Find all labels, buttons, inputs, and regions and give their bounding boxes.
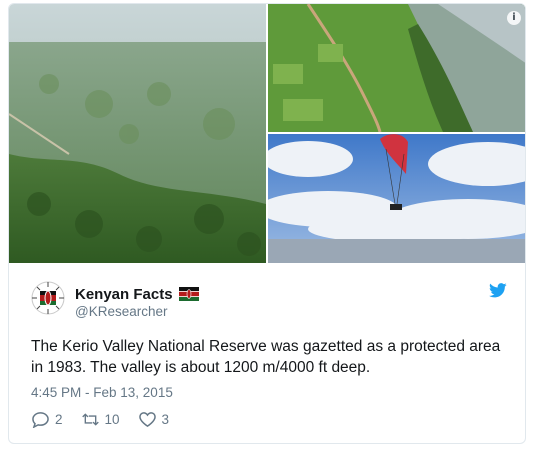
reply-button[interactable]: 2 xyxy=(31,411,63,428)
retweet-button[interactable]: 10 xyxy=(81,411,120,428)
info-icon[interactable]: i xyxy=(507,11,521,25)
photo-paraglider[interactable] xyxy=(268,134,525,263)
like-count: 3 xyxy=(161,411,170,427)
retweet-count: 10 xyxy=(104,411,120,427)
tweet-text: The Kerio Valley National Reserve was ga… xyxy=(31,338,501,376)
tweet-card[interactable]: i Kenyan Facts @KResearcher The Kerio Va… xyxy=(8,3,526,444)
reply-count: 2 xyxy=(55,411,63,427)
kenya-flag-icon xyxy=(178,287,199,301)
retweet-icon xyxy=(81,412,99,426)
reply-icon xyxy=(32,411,49,428)
author-line: Kenyan Facts xyxy=(75,284,199,304)
avatar[interactable] xyxy=(31,281,65,315)
tweet-actions: 2 10 3 xyxy=(31,409,187,429)
twitter-bird-icon[interactable] xyxy=(489,283,507,298)
photo-green-hills[interactable]: i xyxy=(268,4,525,132)
tweet-media-grid: i xyxy=(9,4,525,263)
author-name[interactable]: Kenyan Facts xyxy=(75,286,173,303)
tweet-timestamp[interactable]: 4:45 PM - Feb 13, 2015 xyxy=(31,385,173,400)
photo-valley-aerial[interactable] xyxy=(9,4,266,263)
author-handle[interactable]: @KResearcher xyxy=(75,304,168,319)
like-button[interactable]: 3 xyxy=(138,411,170,428)
heart-icon xyxy=(138,411,156,427)
